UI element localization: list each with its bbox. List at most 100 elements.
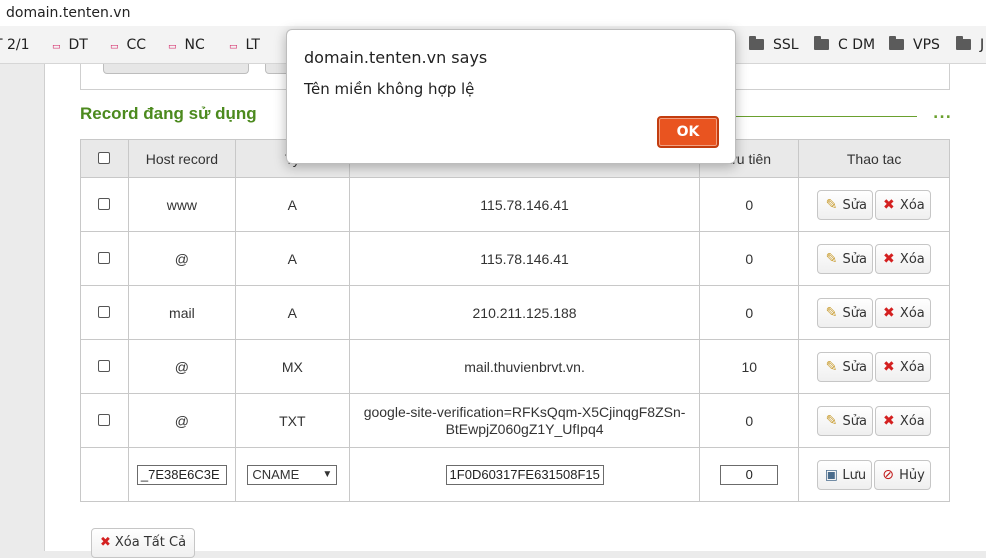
bookmark-label: CC [126, 37, 147, 53]
bookmark-label: DT [68, 37, 88, 53]
edit-button[interactable]: ✎ Sửa [817, 243, 873, 274]
row-checkbox[interactable] [98, 305, 111, 318]
cell-host: @ [127, 393, 236, 448]
section-dots: ... [933, 106, 952, 122]
close-icon: ✖ [883, 250, 895, 267]
bookmark-folder-j[interactable]: J [956, 26, 984, 64]
edit-label: Sửa [842, 359, 867, 375]
ok-button[interactable]: OK [657, 116, 719, 148]
save-label: Lưu [842, 467, 867, 483]
bookmark-dt[interactable]: ▭ DT [52, 26, 88, 64]
cell-type: A [234, 177, 350, 232]
row-checkbox[interactable] [98, 413, 111, 426]
bookmark-nc[interactable]: ▭ NC [168, 26, 205, 64]
folder-icon [956, 36, 971, 50]
cell-host: www [127, 177, 236, 232]
pencil-icon: ✎ [825, 196, 838, 213]
bookmark-label: VPS [913, 37, 940, 53]
close-icon: ✖ [100, 535, 111, 550]
chevron-down-icon: ▼ [322, 468, 333, 480]
cell-type: MX [234, 339, 350, 394]
bookmark-lt[interactable]: ▭ LT [229, 26, 260, 64]
records-table: Host record Ty ưu tiên Thao tac www A 11… [80, 139, 950, 502]
bookmark-folder-cdm[interactable]: C DM [814, 26, 875, 64]
edit-button[interactable]: ✎ Sửa [817, 297, 873, 328]
bookmark-t21[interactable]: T 2/1 [0, 26, 30, 64]
table-row: www A 115.78.146.41 0 ✎ Sửa ✖ Xóa [80, 177, 950, 232]
pencil-icon: ✎ [825, 304, 838, 321]
cell-host: @ [127, 339, 236, 394]
new-record-row: _7E38E6C3E CNAME ▼ 1F0D60317FE631508F15 0… [80, 447, 950, 502]
bookmark-label: T 2/1 [0, 37, 30, 53]
delete-button[interactable]: ✖ Xóa [874, 297, 931, 328]
bookmark-label: NC [184, 37, 205, 53]
folder-icon [749, 36, 764, 50]
type-select-value: CNAME [252, 466, 300, 482]
top-button[interactable] [103, 64, 249, 74]
cell-value: google-site-verification=RFKsQqm-X5Cjinq… [348, 393, 701, 448]
host-input[interactable]: _7E38E6C3E [136, 464, 227, 485]
cell-actions: ✎ Sửa ✖ Xóa [798, 339, 950, 394]
floppy-disk-icon: ▣ [824, 466, 838, 483]
pencil-icon: ✎ [825, 412, 838, 429]
cell-actions: ✎ Sửa ✖ Xóa [798, 177, 950, 232]
delete-label: Xóa [899, 413, 925, 429]
header-select-all[interactable] [80, 139, 129, 178]
cancel-button[interactable]: ⊘ Hủy [874, 459, 931, 490]
pencil-icon: ✎ [825, 358, 838, 375]
cell-host: @ [127, 231, 236, 286]
cancel-label: Hủy [899, 467, 925, 483]
close-icon: ✖ [883, 358, 895, 375]
edit-button[interactable]: ✎ Sửa [817, 405, 873, 436]
row-checkbox[interactable] [98, 251, 111, 264]
close-icon: ✖ [883, 412, 895, 429]
cell-value: 115.78.146.41 [348, 177, 701, 232]
bookmark-label: J [980, 37, 985, 53]
edit-button[interactable]: ✎ Sửa [817, 351, 873, 382]
cell-actions: ✎ Sửa ✖ Xóa [798, 231, 950, 286]
header-host: Host record [127, 139, 236, 178]
bookmark-cc[interactable]: ▭ CC [110, 26, 146, 64]
delete-all-button[interactable]: ✖ Xóa Tất Cả [91, 528, 196, 558]
close-icon: ✖ [883, 304, 895, 321]
alert-dialog: domain.tenten.vn says Tên miền không hợp… [286, 29, 736, 164]
cell-type: A [234, 231, 350, 286]
row-checkbox[interactable] [98, 359, 111, 372]
table-row: @ A 115.78.146.41 0 ✎ Sửa ✖ Xóa [80, 231, 950, 286]
table-row: @ MX mail.thuvienbrvt.vn. 10 ✎ Sửa ✖ Xóa [80, 339, 950, 394]
address-bar[interactable]: domain.tenten.vn [0, 0, 986, 26]
priority-input[interactable]: 0 [720, 464, 779, 485]
cell-value: mail.thuvienbrvt.vn. [348, 339, 701, 394]
favicon-icon: ▭ [52, 42, 61, 52]
save-button[interactable]: ▣ Lưu [817, 459, 873, 490]
cell-priority: 10 [699, 339, 800, 394]
table-row: mail A 210.211.125.188 0 ✎ Sửa ✖ Xóa [80, 285, 950, 340]
section-title: Record đang sử dụng [80, 104, 257, 123]
type-select[interactable]: CNAME ▼ [247, 464, 338, 485]
delete-button[interactable]: ✖ Xóa [874, 189, 931, 220]
bookmark-folder-ssl[interactable]: SSL [749, 26, 799, 64]
cell-actions: ▣ Lưu ⊘ Hủy [798, 447, 950, 502]
edit-button[interactable]: ✎ Sửa [817, 189, 873, 220]
dialog-message: Tên miền không hợp lệ [304, 80, 475, 98]
bookmark-folder-vps[interactable]: VPS [889, 26, 940, 64]
select-all-checkbox[interactable] [98, 151, 111, 164]
delete-label: Xóa [899, 359, 925, 375]
cell-priority: 0 [699, 177, 800, 232]
value-input[interactable]: 1F0D60317FE631508F15 [445, 464, 604, 485]
edit-label: Sửa [842, 251, 867, 267]
cell-type: A [234, 285, 350, 340]
bookmark-label: LT [245, 37, 260, 53]
cell-host: mail [127, 285, 236, 340]
delete-button[interactable]: ✖ Xóa [874, 243, 931, 274]
cell-type: TXT [234, 393, 350, 448]
edit-label: Sửa [842, 305, 867, 321]
dialog-title: domain.tenten.vn says [304, 48, 488, 67]
delete-button[interactable]: ✖ Xóa [874, 405, 931, 436]
delete-all-label: Xóa Tất Cả [114, 535, 187, 550]
delete-button[interactable]: ✖ Xóa [874, 351, 931, 382]
folder-icon [889, 36, 904, 50]
delete-label: Xóa [899, 197, 925, 213]
header-actions: Thao tac [798, 139, 950, 178]
row-checkbox[interactable] [98, 197, 111, 210]
